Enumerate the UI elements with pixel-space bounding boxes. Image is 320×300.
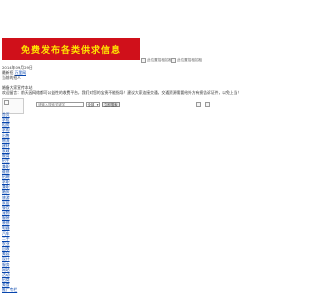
category-select-value: 全部 — [87, 103, 95, 107]
category-nav: 首页 求租 租房 求购 出售 物流 建材 家政 教育 招生 兼职 维修 招聘 求职 兼职 婚庆 旅游 家居 餐饮 宠物… — [2, 112, 17, 292]
broken-image-icon[interactable] — [196, 102, 201, 107]
ad-alt-text: 此位置招租招租 — [177, 58, 203, 62]
site-line: 当前的招人 — [2, 75, 21, 80]
ad-slot-right[interactable]: 此位置招租招租 — [171, 58, 202, 63]
search-button[interactable]: 立即搜索 — [102, 102, 120, 107]
promo-banner[interactable]: 免费发布各类供求信息 — [2, 38, 140, 60]
broken-image-icon — [171, 58, 176, 63]
search-button-label: 立即搜索 — [104, 103, 118, 107]
broken-image-icon — [141, 58, 146, 63]
chevron-down-icon: ▾ — [96, 102, 99, 107]
header-right-images — [196, 102, 210, 107]
broken-image-icon[interactable] — [205, 102, 210, 107]
broken-image-icon — [4, 100, 9, 105]
notice-text: 欢迎留言：前天因网络都可公益性的收费平台，我们对您的宝贵不能指导！建议大家连接交… — [2, 90, 242, 95]
category-select[interactable]: 全部 ▾ — [86, 102, 100, 107]
nav-link[interactable]: 推广专栏 — [2, 287, 17, 292]
search-input[interactable] — [36, 102, 84, 107]
ad-slot-left[interactable]: 此位置招租招租 — [141, 58, 172, 63]
search-bar: 全部 ▾ 立即搜索 — [36, 102, 120, 107]
ad-alt-text: 此位置招租招租 — [147, 58, 173, 62]
banner-text: 免费发布各类供求信息 — [20, 45, 121, 56]
